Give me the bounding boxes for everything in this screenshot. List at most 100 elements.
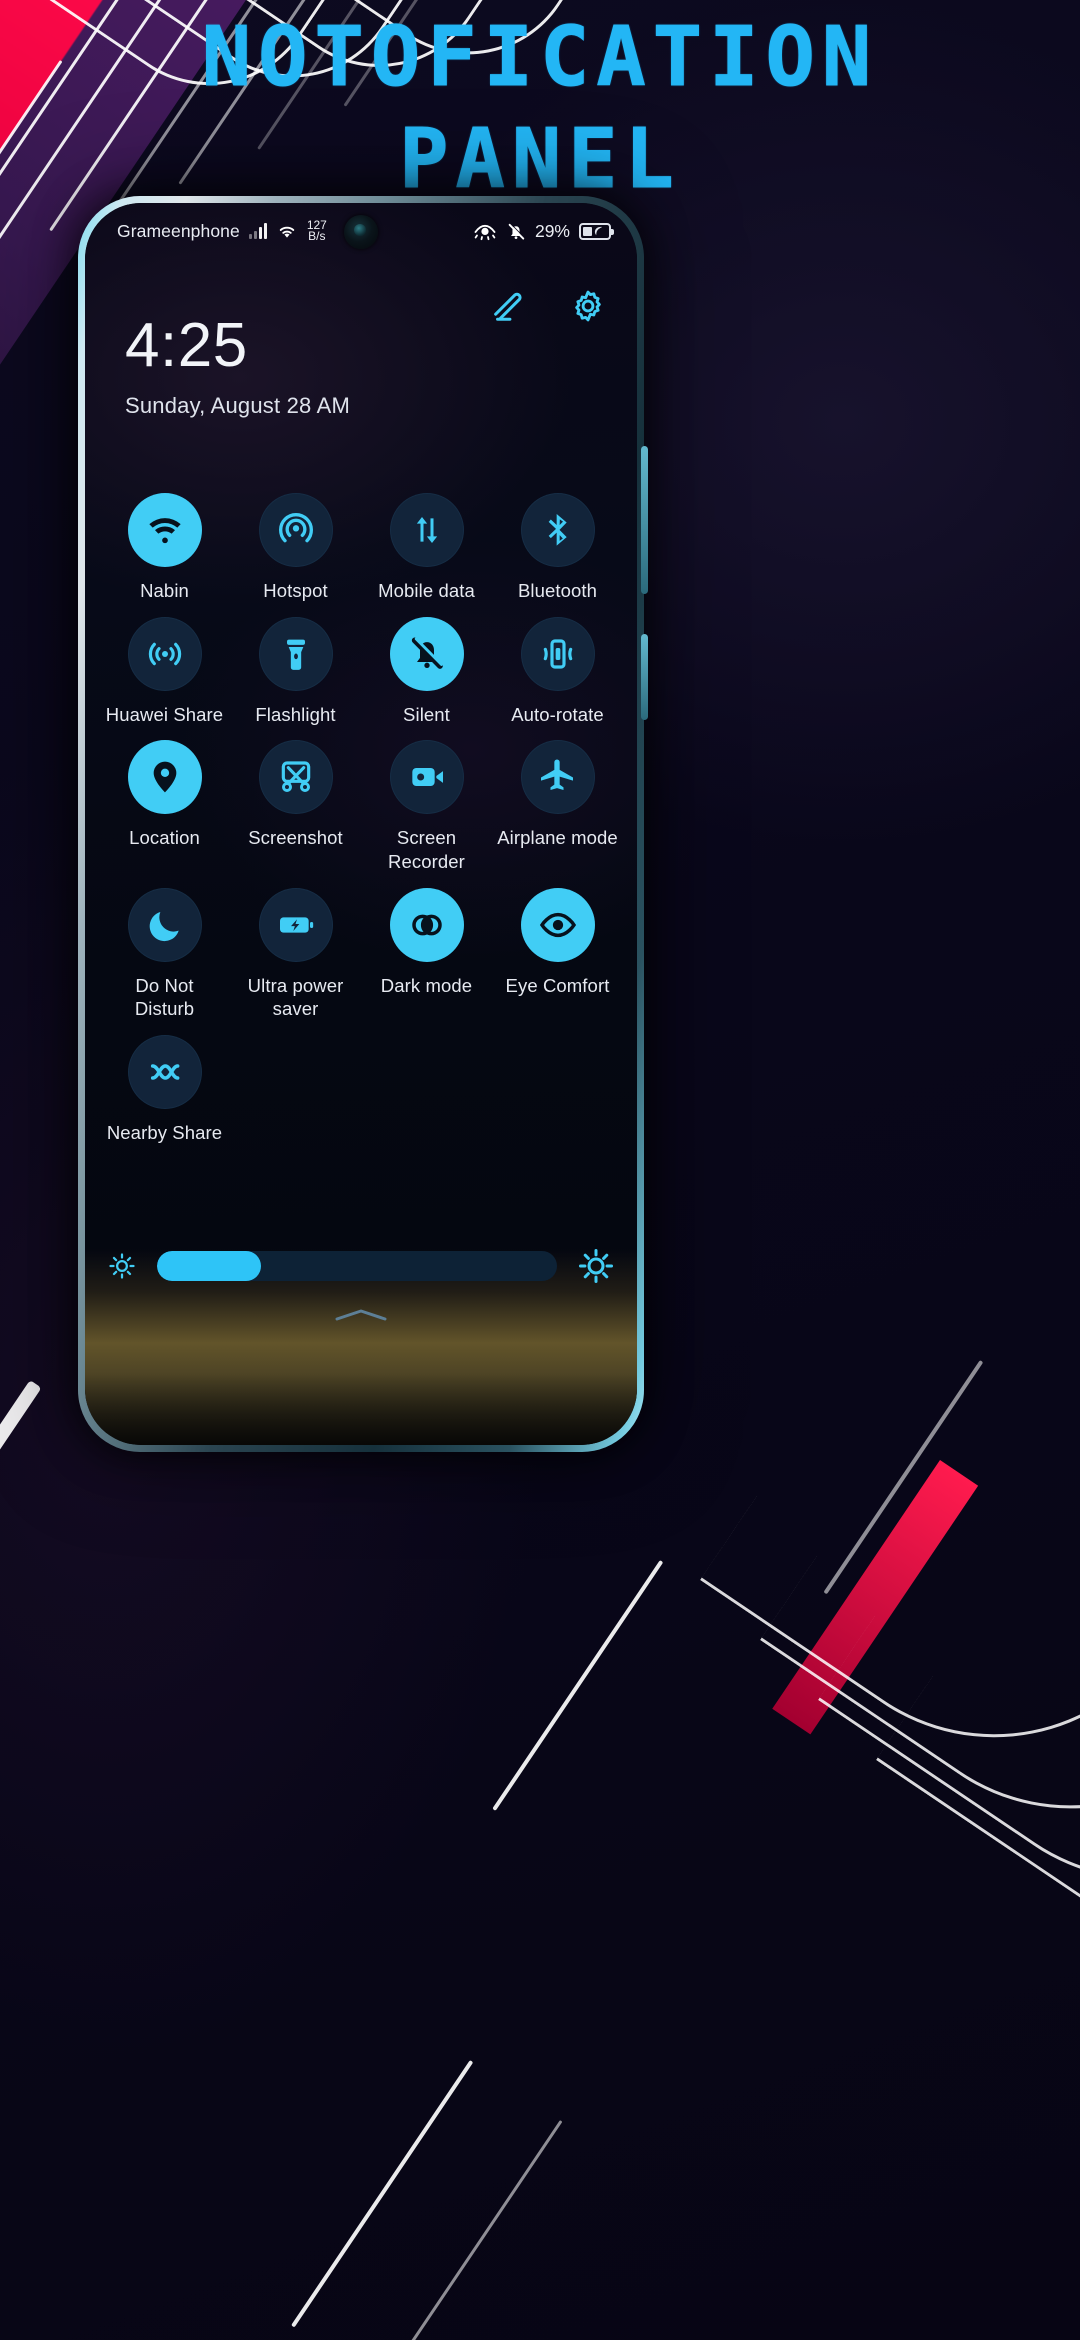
tile-icon-wrap <box>520 887 595 962</box>
tile-icon-wrap <box>127 887 202 962</box>
gear-icon[interactable] <box>569 287 607 325</box>
tile-mobile-data[interactable]: Mobile data <box>361 485 492 603</box>
tile-label: Ultra power saver <box>247 974 344 1020</box>
tile-label: Eye Comfort <box>505 974 610 996</box>
poster-title-line-1: NOTOFICATION <box>201 10 879 105</box>
moon-icon <box>149 911 179 941</box>
tile-bluetooth[interactable]: Bluetooth <box>492 485 623 603</box>
flashlight-icon <box>286 639 305 670</box>
tile-airplane-mode[interactable]: Airplane mode <box>492 732 623 873</box>
volume-button[interactable] <box>641 446 648 594</box>
wifi-icon <box>148 518 181 544</box>
screen-recorder-icon <box>411 768 443 787</box>
clock-time: 4:25 <box>125 311 248 380</box>
tile-icon-wrap <box>127 1035 202 1110</box>
tile-label: Screen Recorder <box>388 827 465 873</box>
tile-label: Huawei Share <box>105 703 224 725</box>
poster-title-line-2: PANEL <box>399 111 681 207</box>
status-bar-right: 29% <box>473 220 614 242</box>
huawei-share-icon <box>148 642 181 665</box>
tile-screenshot[interactable]: Screenshot <box>230 732 361 873</box>
sun-small-icon[interactable] <box>107 1251 137 1281</box>
sun-large-icon[interactable] <box>577 1247 615 1285</box>
airplane-icon <box>540 759 573 791</box>
status-bar-left: Grameenphone 127 B/s <box>117 219 327 243</box>
tile-icon-wrap <box>389 887 464 962</box>
tile-ultra-power-saver[interactable]: Ultra power saver <box>230 880 361 1021</box>
tile-icon-wrap <box>389 616 464 691</box>
tile-huawei-share[interactable]: Huawei Share <box>99 609 230 727</box>
nearby-share-icon <box>150 1064 179 1080</box>
quick-settings-grid: Nabin Hotspot Mobile data Bluetooth Huaw… <box>99 485 623 1145</box>
location-pin-icon <box>153 762 176 793</box>
tile-auto-rotate[interactable]: Auto-rotate <box>492 609 623 727</box>
clock-block: 4:25 Sunday, August 28 AM <box>125 315 350 419</box>
carrier-name: Grameenphone <box>117 220 240 241</box>
wifi-icon <box>279 226 295 238</box>
bell-off-icon <box>411 637 443 669</box>
tile-flashlight[interactable]: Flashlight <box>230 609 361 727</box>
tile-icon-wrap <box>258 887 333 962</box>
tile-label: Hotspot <box>263 580 328 601</box>
tile-silent[interactable]: Silent <box>361 609 492 727</box>
tile-label: Bluetooth <box>517 580 598 601</box>
tile-label: Mobile data <box>378 580 475 601</box>
screenshot-icon <box>281 761 310 793</box>
battery-bolt-icon <box>279 917 313 933</box>
phone-bezel: Grameenphone 127 B/s 29% 4:25 Sunday, Au… <box>85 203 637 1445</box>
tile-icon-wrap <box>127 616 202 691</box>
tile-icon-wrap <box>258 740 333 815</box>
panel-header-actions <box>489 287 607 325</box>
tile-label: Nearby Share <box>106 1122 223 1144</box>
tile-icon-wrap <box>127 740 202 815</box>
bluetooth-icon <box>548 514 567 546</box>
tile-dark-mode[interactable]: Dark mode <box>361 880 492 1021</box>
eye-comfort-icon <box>474 224 496 241</box>
auto-rotate-icon <box>543 639 572 669</box>
tile-label: Do Not Disturb <box>134 974 195 1020</box>
tile-location[interactable]: Location <box>99 732 230 873</box>
signal-bars-icon <box>248 223 267 239</box>
tile-icon-wrap <box>127 493 202 567</box>
tile-nearby-share[interactable]: Nearby Share <box>99 1027 230 1145</box>
tile-label: Location <box>129 827 200 849</box>
bell-off-icon <box>508 222 525 240</box>
tile-screen-recorder[interactable]: Screen Recorder <box>361 732 492 873</box>
eye-icon <box>539 912 576 937</box>
tile-icon-wrap <box>520 493 595 567</box>
tile-eye-comfort[interactable]: Eye Comfort <box>492 880 623 1021</box>
tile-label: Dark mode <box>380 974 473 996</box>
tile-hotspot[interactable]: Hotspot <box>230 485 361 603</box>
tile-icon-wrap <box>258 616 333 691</box>
power-button[interactable] <box>641 634 648 720</box>
status-bar: Grameenphone 127 B/s 29% <box>85 203 637 259</box>
tile-label: Auto-rotate <box>511 703 604 725</box>
tile-label: Screenshot <box>248 827 343 849</box>
clock-date: Sunday, August 28 AM <box>125 393 350 418</box>
tile-icon-wrap <box>520 740 595 815</box>
poster-title: NOTOFICATION PANEL <box>0 10 1080 207</box>
tile-label: Nabin <box>140 580 189 601</box>
hotspot-icon <box>278 513 313 543</box>
chevron-up-icon[interactable] <box>333 1307 389 1323</box>
tile-nabin[interactable]: Nabin <box>99 485 230 603</box>
network-speed: 127 B/s <box>307 219 327 243</box>
battery-saver-icon <box>579 222 614 240</box>
tile-icon-wrap <box>389 740 464 815</box>
pencil-icon[interactable] <box>489 287 527 325</box>
brightness-slider-fill <box>157 1251 261 1281</box>
brightness-control <box>107 1247 615 1285</box>
battery-percent: 29% <box>534 220 570 241</box>
tile-label: Flashlight <box>255 703 336 725</box>
tile-icon-wrap <box>389 493 464 567</box>
tile-icon-wrap <box>520 616 595 691</box>
tile-do-not-disturb[interactable]: Do Not Disturb <box>99 880 230 1021</box>
phone-screen: Grameenphone 127 B/s 29% 4:25 Sunday, Au… <box>85 203 637 1445</box>
brightness-slider[interactable] <box>157 1251 557 1281</box>
tile-label: Silent <box>403 703 450 725</box>
tile-icon-wrap <box>258 493 333 567</box>
network-speed-unit: B/s <box>308 229 326 243</box>
phone-device: Grameenphone 127 B/s 29% 4:25 Sunday, Au… <box>78 196 648 1452</box>
dark-mode-icon <box>411 914 442 936</box>
tile-label: Airplane mode <box>497 827 618 849</box>
